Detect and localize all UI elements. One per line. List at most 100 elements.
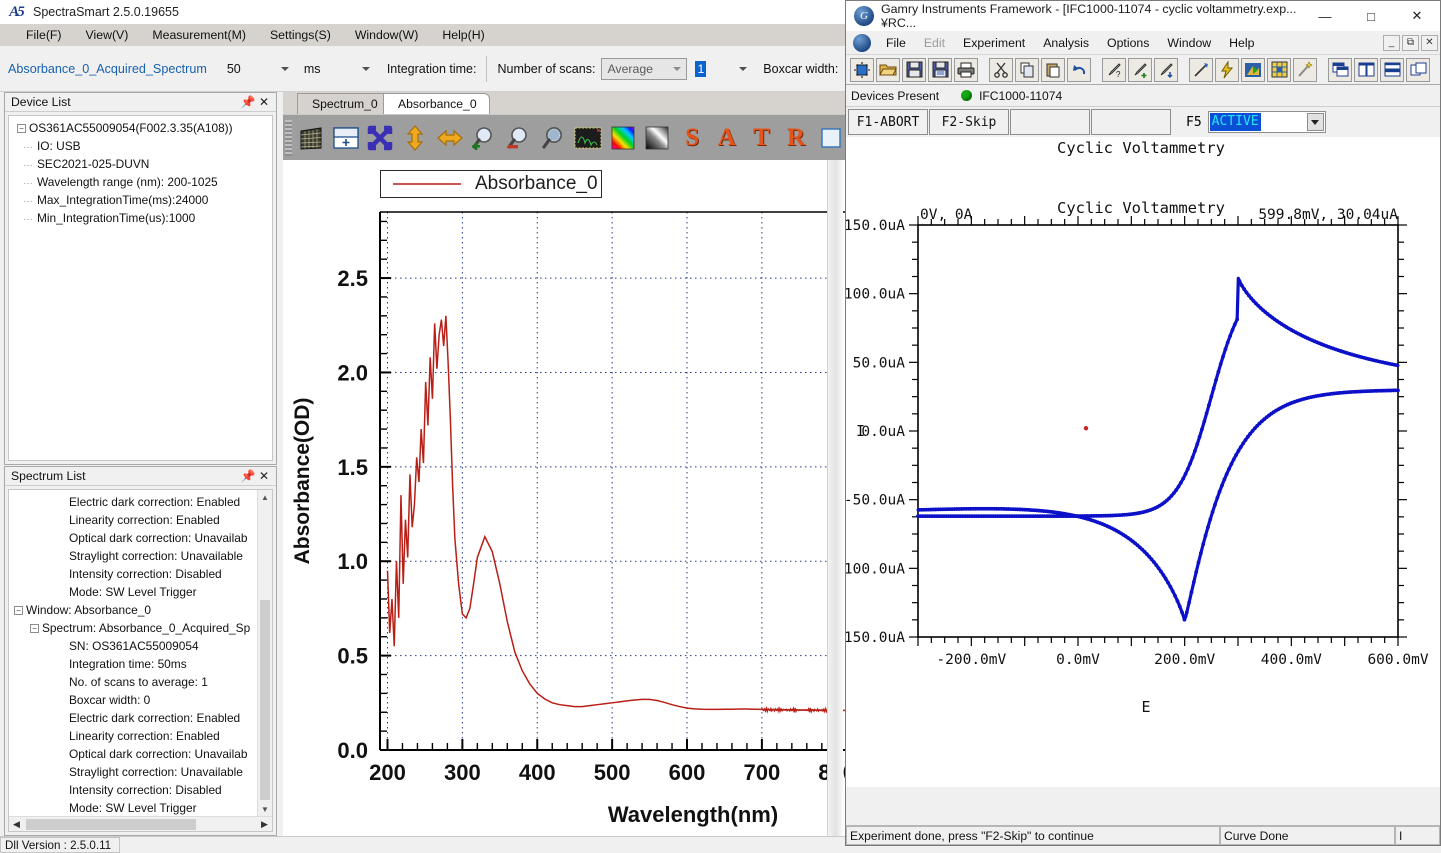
unit-dropdown-arrow[interactable] <box>357 60 375 77</box>
chevron-down-icon[interactable] <box>1306 113 1324 131</box>
menu-window[interactable]: Window <box>1158 33 1220 53</box>
list-item[interactable]: Optical dark correction: Unavailab <box>9 745 272 763</box>
rainbow-palette-icon[interactable] <box>606 118 641 158</box>
table-icon[interactable] <box>294 118 329 158</box>
undo-icon[interactable] <box>1067 57 1091 82</box>
arrange-icon[interactable] <box>1406 57 1430 82</box>
tree-root-device[interactable]: − OS361AC55009054(F002.3.35(A108)) <box>9 119 272 137</box>
f2-skip-button[interactable]: F2-Skip <box>929 109 1009 135</box>
absorbance-chart[interactable]: 0.00.51.01.52.02.52003004005006007008008… <box>283 160 848 836</box>
menu-settings[interactable]: Settings(S) <box>258 26 343 44</box>
menu-window[interactable]: Window(W) <box>343 26 431 44</box>
save-icon[interactable] <box>902 57 926 82</box>
fit-line-icon[interactable] <box>1189 57 1213 82</box>
probe-add-icon[interactable] <box>1128 57 1152 82</box>
tile-vertical-icon[interactable] <box>1354 57 1378 82</box>
grayscale-palette-icon[interactable] <box>640 118 675 158</box>
oscilloscope-icon[interactable] <box>571 118 606 158</box>
save-as-icon[interactable] <box>928 57 952 82</box>
tree-item-max-integration[interactable]: Max_IntegrationTime(ms):24000 <box>9 191 272 209</box>
list-item[interactable]: Mode: SW Level Trigger <box>9 799 272 817</box>
spectrum-list-vertical-scrollbar[interactable]: ▲ ▼ <box>257 490 272 817</box>
list-item[interactable]: Integration time: 50ms <box>9 655 272 673</box>
stretch-horizontal-icon[interactable] <box>432 118 467 158</box>
menu-experiment[interactable]: Experiment <box>954 33 1034 53</box>
scrollbar-thumb[interactable] <box>260 600 270 800</box>
list-item[interactable]: Mode: SW Level Trigger <box>9 583 272 601</box>
scroll-up-icon[interactable]: ▲ <box>258 490 272 505</box>
pin-icon[interactable]: 📌 <box>240 469 256 483</box>
scroll-right-icon[interactable]: ▶ <box>257 819 272 830</box>
menu-measurement[interactable]: Measurement(M) <box>140 26 258 44</box>
list-item[interactable]: Electric dark correction: Enabled <box>9 709 272 727</box>
f4-button[interactable] <box>1091 109 1171 135</box>
zoom-out-icon[interactable] <box>502 118 537 158</box>
lightning-icon[interactable] <box>1215 57 1239 82</box>
tile-horizontal-icon[interactable] <box>1380 57 1404 82</box>
collapse-icon[interactable]: − <box>14 606 23 616</box>
tab-spectrum-0[interactable]: Spectrum_0 <box>297 93 391 114</box>
spectrum-list-horizontal-scrollbar[interactable]: ◀ ▶ <box>9 816 272 831</box>
close-icon[interactable]: ✕ <box>256 95 272 109</box>
collapse-icon[interactable]: − <box>17 124 26 134</box>
list-item[interactable]: SN: OS361AC55009054 <box>9 637 272 655</box>
menu-help[interactable]: Help <box>1220 33 1263 53</box>
menu-view[interactable]: View(V) <box>74 26 141 44</box>
tree-item-min-integration[interactable]: Min_IntegrationTime(us):1000 <box>9 209 272 227</box>
close-icon[interactable]: ✕ <box>1394 1 1440 31</box>
list-item[interactable]: Linearity correction: Enabled <box>9 511 272 529</box>
f3-button[interactable] <box>1010 109 1090 135</box>
mdi-restore-icon[interactable]: ⧉ <box>1402 34 1419 51</box>
mdi-close-icon[interactable]: ✕ <box>1421 34 1438 51</box>
menu-options[interactable]: Options <box>1098 33 1158 53</box>
pin-icon[interactable]: 📌 <box>240 95 256 109</box>
list-item[interactable]: Electric dark correction: Enabled <box>9 493 272 511</box>
zoom-area-icon[interactable] <box>536 118 571 158</box>
probe-down-icon[interactable] <box>1154 57 1178 82</box>
scroll-left-icon[interactable]: ◀ <box>9 819 24 830</box>
mdi-minimize-icon[interactable]: _ <box>1383 34 1400 51</box>
probe-question-icon[interactable]: ? <box>1102 57 1126 82</box>
scroll-down-icon[interactable]: ▼ <box>258 802 272 817</box>
letter-a-icon[interactable]: A <box>709 118 744 158</box>
scans-count-input[interactable]: 1 <box>695 60 707 77</box>
zoom-in-icon[interactable] <box>467 118 502 158</box>
list-item[interactable]: Boxcar width: 0 <box>9 691 272 709</box>
chart-vertical-scrollbar[interactable] <box>827 160 843 836</box>
list-item[interactable]: Straylight correction: Unavailable <box>9 547 272 565</box>
cut-icon[interactable] <box>989 57 1013 82</box>
cascade-icon[interactable] <box>1328 57 1352 82</box>
minimize-icon[interactable]: — <box>1302 1 1348 31</box>
new-experiment-icon[interactable] <box>850 57 874 82</box>
open-icon[interactable] <box>876 57 900 82</box>
cv-plot-area[interactable]: Cyclic Voltammetry Cyclic Voltammetry 0V, … <box>835 137 1440 787</box>
integration-time-dropdown-arrow[interactable] <box>276 60 294 77</box>
close-icon[interactable]: ✕ <box>256 469 272 483</box>
list-item[interactable]: No. of scans to average: 1 <box>9 673 272 691</box>
f1-abort-button[interactable]: F1-ABORT <box>848 109 928 135</box>
zoom-fit-icon[interactable] <box>363 118 398 158</box>
scrollbar-thumb[interactable] <box>26 818 196 830</box>
wand-icon[interactable] <box>1293 57 1317 82</box>
list-item[interactable]: Intensity correction: Disabled <box>9 565 272 583</box>
list-item[interactable]: Linearity correction: Enabled <box>9 727 272 745</box>
toolbar-grip[interactable] <box>285 119 292 156</box>
letter-t-icon[interactable]: T <box>744 118 779 158</box>
list-item[interactable]: Straylight correction: Unavailable <box>9 763 272 781</box>
new-window-icon[interactable] <box>328 118 363 158</box>
letter-r-icon[interactable]: R <box>779 118 814 158</box>
scrollbar-track[interactable] <box>24 818 257 831</box>
maximize-icon[interactable]: □ <box>1348 1 1394 31</box>
mode-select[interactable]: ACTIVE <box>1207 111 1326 133</box>
tree-node-window[interactable]: − Window: Absorbance_0 <box>9 601 272 619</box>
tree-item-wavelength-range[interactable]: Wavelength range (nm): 200-1025 <box>9 173 272 191</box>
paste-icon[interactable] <box>1041 57 1065 82</box>
menu-help[interactable]: Help(H) <box>430 26 496 44</box>
tab-absorbance-0[interactable]: Absorbance_0 <box>383 93 490 114</box>
tree-item-model[interactable]: SEC2021-025-DUVN <box>9 155 272 173</box>
scans-dropdown-arrow[interactable] <box>734 60 752 77</box>
tree-item-io[interactable]: IO: USB <box>9 137 272 155</box>
menu-file[interactable]: File <box>877 33 915 53</box>
export-icon[interactable] <box>1241 57 1265 82</box>
scans-mode-select[interactable]: Average <box>601 57 688 80</box>
